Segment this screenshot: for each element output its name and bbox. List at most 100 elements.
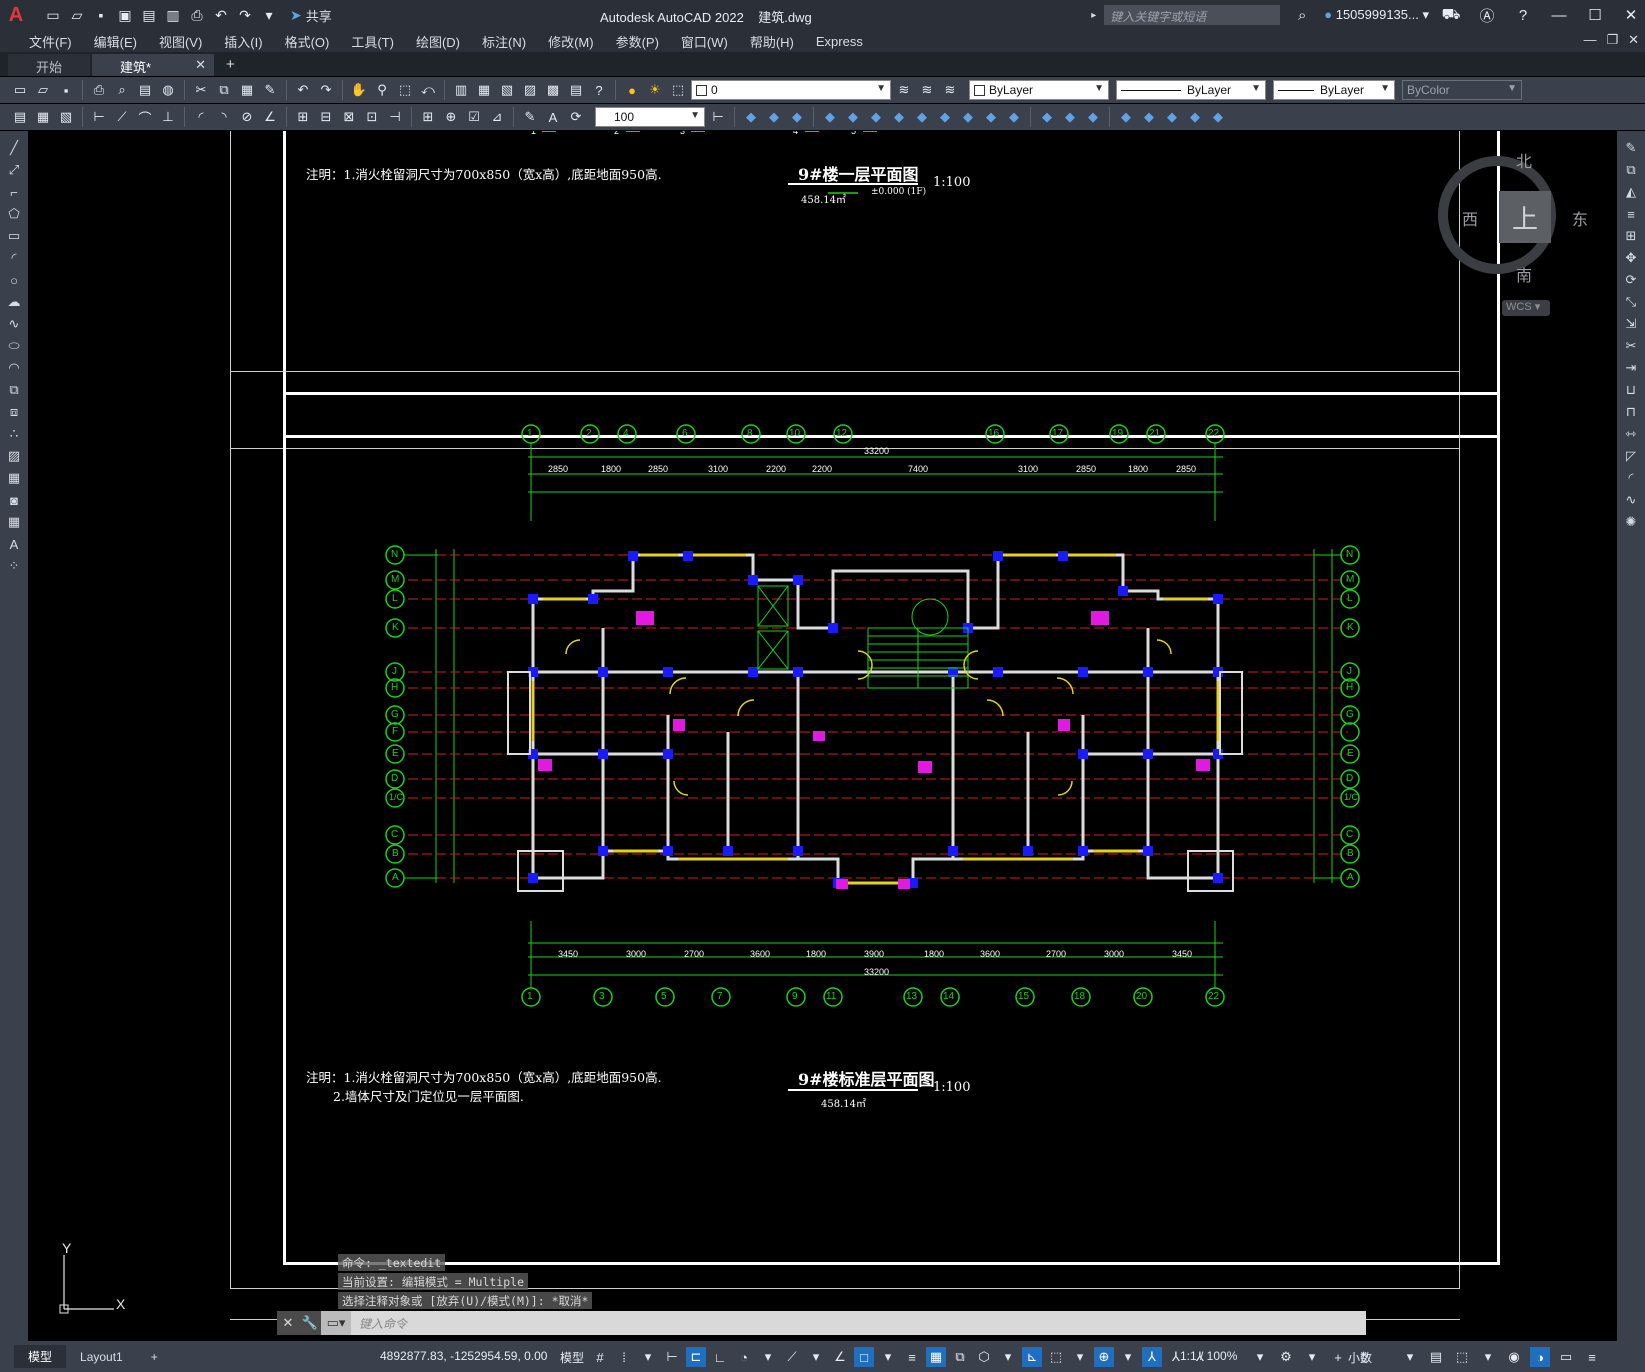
- menu-view[interactable]: 视图(V): [148, 32, 213, 51]
- send-back-icon[interactable]: ◆: [1162, 107, 1182, 127]
- linear-dim-icon[interactable]: ⊢: [89, 107, 109, 127]
- chevron-down-icon[interactable]: ▾: [1478, 1347, 1498, 1367]
- workspace-gear-icon[interactable]: ⚙: [1276, 1347, 1296, 1367]
- menu-window[interactable]: 窗口(W): [670, 32, 739, 51]
- cut-icon[interactable]: ✂: [191, 80, 211, 100]
- layer-lock-icon[interactable]: ⬚: [668, 80, 688, 100]
- transparency-icon[interactable]: ▦: [926, 1347, 946, 1367]
- center-mark-icon[interactable]: ⊕: [441, 107, 461, 127]
- customize-menu-icon[interactable]: ≡: [1582, 1347, 1602, 1367]
- layer-thaw-icon[interactable]: ☀: [645, 80, 665, 100]
- command-recent-icon[interactable]: ▭▾: [321, 1311, 351, 1335]
- circle-icon[interactable]: ○: [4, 271, 24, 289]
- point-icon[interactable]: ∴: [4, 425, 24, 443]
- dim-update-icon[interactable]: ⟳: [566, 107, 586, 127]
- radius-dim-icon[interactable]: ◜: [191, 107, 211, 127]
- redo-icon[interactable]: ↷: [316, 80, 336, 100]
- customize-icon[interactable]: ▾: [260, 6, 278, 24]
- open-web-icon[interactable]: ▤: [140, 6, 158, 24]
- chevron-down-icon[interactable]: ▾: [878, 1347, 898, 1367]
- stretch-icon[interactable]: ⇲: [1621, 315, 1641, 333]
- dim-space-icon[interactable]: ⊡: [362, 107, 382, 127]
- add-selected-icon[interactable]: ⁘: [4, 557, 24, 575]
- mirror-icon[interactable]: ◆: [787, 107, 807, 127]
- match-properties-icon[interactable]: ✎: [260, 80, 280, 100]
- dynamic-ucs-icon[interactable]: ⊾: [1022, 1347, 1042, 1367]
- new-icon[interactable]: ▭: [10, 80, 30, 100]
- annotation-monitor-icon[interactable]: +: [1328, 1347, 1348, 1367]
- chevron-down-icon[interactable]: ▾: [1070, 1347, 1090, 1367]
- explode-icon[interactable]: ◆: [1083, 107, 1103, 127]
- rectangle-icon[interactable]: ▭: [4, 227, 24, 245]
- break-at-point-icon[interactable]: ⊔: [1621, 381, 1641, 399]
- object-snap-tracking-icon[interactable]: ∠: [830, 1347, 850, 1367]
- extend-icon[interactable]: ⇥: [1621, 359, 1641, 377]
- share-button[interactable]: ➤ 共享: [290, 6, 332, 25]
- region-icon[interactable]: ◙: [4, 491, 24, 509]
- paste-icon[interactable]: ▦: [237, 80, 257, 100]
- maximize-icon[interactable]: ☐: [1581, 6, 1609, 24]
- properties-icon[interactable]: ▥: [451, 80, 471, 100]
- quick-properties-icon[interactable]: ▤: [1426, 1347, 1446, 1367]
- zoom-previous-icon[interactable]: ⤺: [418, 80, 438, 100]
- open-icon[interactable]: ▱: [68, 6, 86, 24]
- scale-icon[interactable]: ⤡: [1621, 293, 1641, 311]
- publish-icon[interactable]: ▤: [135, 80, 155, 100]
- menu-file[interactable]: 文件(F): [18, 32, 83, 51]
- dim-break-icon[interactable]: ⊣: [385, 107, 405, 127]
- chevron-down-icon[interactable]: ▾: [998, 1347, 1018, 1367]
- menu-help[interactable]: 帮助(H): [739, 32, 805, 51]
- arc-length-icon[interactable]: ⌒: [135, 107, 155, 127]
- tab-layout1[interactable]: Layout1: [66, 1347, 137, 1367]
- gradient-icon[interactable]: ▦: [4, 469, 24, 487]
- layer-dropdown[interactable]: 0 ▼: [691, 80, 891, 100]
- jogged-dim-icon[interactable]: ◝: [214, 107, 234, 127]
- bring-front-icon[interactable]: ◆: [1139, 107, 1159, 127]
- save-icon[interactable]: ▪: [92, 6, 110, 24]
- infer-constraints-icon[interactable]: ⊢: [662, 1347, 682, 1367]
- menu-express[interactable]: Express: [805, 34, 874, 49]
- insert-block-icon[interactable]: ⧉: [4, 381, 24, 399]
- layer-previous-icon[interactable]: ≋: [894, 80, 914, 100]
- table-icon[interactable]: ▦: [4, 513, 24, 531]
- baseline-dim-icon[interactable]: ⊟: [316, 107, 336, 127]
- copy-icon[interactable]: ⧉: [1621, 161, 1641, 179]
- erase-icon[interactable]: ✎: [1621, 139, 1641, 157]
- ellipse-icon[interactable]: ⬭: [4, 337, 24, 355]
- object-snap-icon[interactable]: □: [854, 1347, 874, 1367]
- 3d-osnap-icon[interactable]: ⬡: [974, 1347, 994, 1367]
- move-icon[interactable]: ◆: [866, 107, 886, 127]
- ordinate-dim-icon[interactable]: ⊥: [158, 107, 178, 127]
- layer-properties-icon[interactable]: ▤: [10, 107, 30, 127]
- autodesk-app-icon[interactable]: Ⓐ: [1473, 5, 1501, 26]
- selection-cycling-icon[interactable]: ⧉: [950, 1347, 970, 1367]
- isodraft-icon[interactable]: ⟋: [782, 1347, 802, 1367]
- save-web-icon[interactable]: ▥: [164, 6, 182, 24]
- ortho-icon[interactable]: ∟: [710, 1347, 730, 1367]
- menu-dimension[interactable]: 标注(N): [471, 32, 537, 51]
- units-display[interactable]: 小数: [1348, 1349, 1372, 1366]
- copy-icon[interactable]: ⧉: [214, 80, 234, 100]
- layer-on-icon[interactable]: ●: [622, 80, 642, 100]
- fillet-icon[interactable]: ◜: [1621, 469, 1641, 487]
- dynamic-input-icon[interactable]: ⊏: [686, 1347, 706, 1367]
- search-icon[interactable]: ⌕: [1288, 7, 1316, 24]
- fillet-icon[interactable]: ◆: [1060, 107, 1080, 127]
- dimscale-dropdown[interactable]: 100 ▼: [595, 107, 705, 127]
- plot-preview-icon[interactable]: ⌕: [112, 80, 132, 100]
- chamfer-icon[interactable]: ◆: [1037, 107, 1057, 127]
- globe-icon[interactable]: ◍: [158, 80, 178, 100]
- rotate-icon[interactable]: ⟳: [1621, 271, 1641, 289]
- menu-edit[interactable]: 编辑(E): [83, 32, 148, 51]
- command-input[interactable]: 键入命令: [351, 1315, 407, 1332]
- annotation-scale[interactable]: 1:1 / 100%: [1180, 1349, 1237, 1363]
- layer-states-icon[interactable]: ≋: [940, 80, 960, 100]
- viewcube-top-face[interactable]: 上: [1499, 191, 1551, 243]
- trim-icon[interactable]: ✂: [1621, 337, 1641, 355]
- explode-icon[interactable]: ✺: [1621, 513, 1641, 531]
- dim-text-edit-icon[interactable]: A: [543, 107, 563, 127]
- cursor-coordinates[interactable]: 4892877.83, -1252954.59, 0.00: [380, 1349, 547, 1363]
- clean-screen-icon[interactable]: ▭: [1556, 1347, 1576, 1367]
- chevron-down-icon[interactable]: ▾: [1118, 1347, 1138, 1367]
- polygon-icon[interactable]: ⬠: [4, 205, 24, 223]
